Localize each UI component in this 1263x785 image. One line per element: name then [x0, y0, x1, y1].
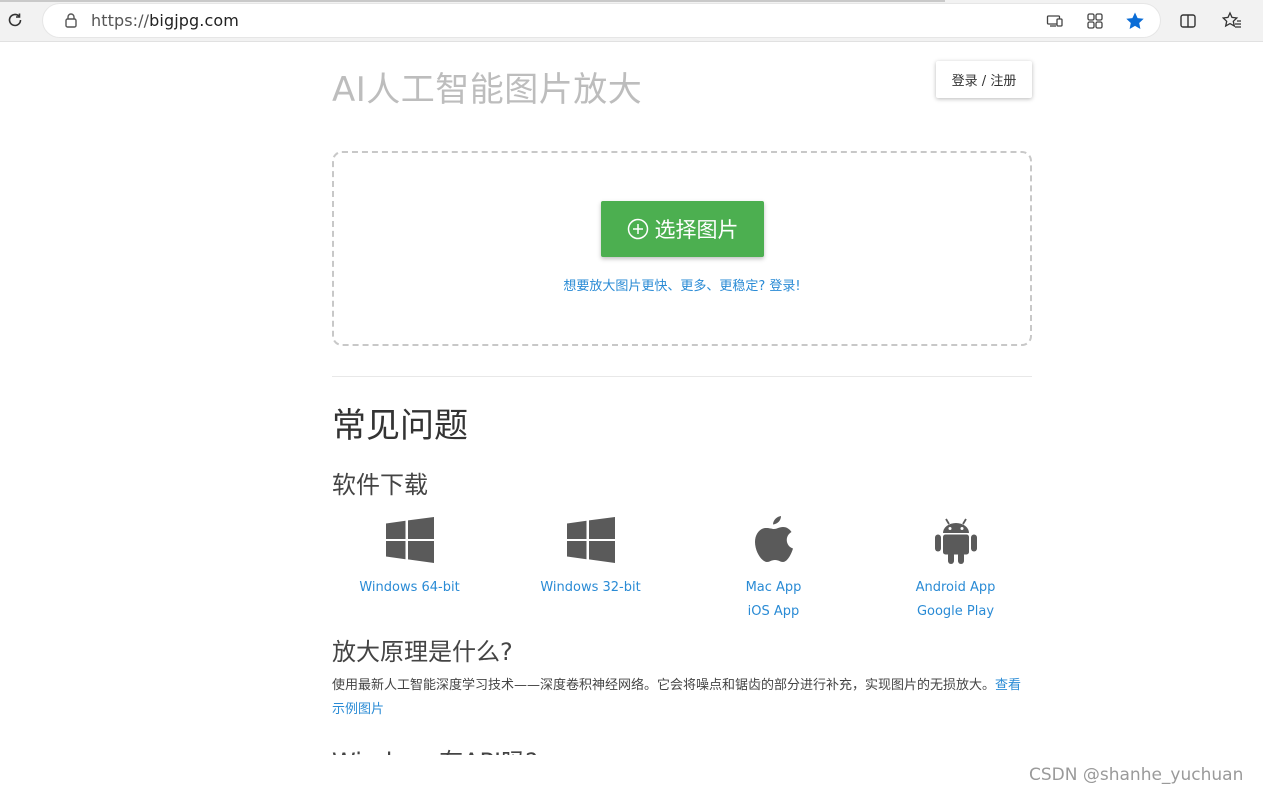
apple-icon[interactable] [686, 514, 861, 566]
login-register-button[interactable]: 登录 / 注册 [936, 61, 1032, 98]
apps-icon[interactable] [1085, 11, 1105, 31]
download-link-google-play[interactable]: Google Play [868, 600, 1043, 624]
split-screen-button[interactable] [1177, 10, 1199, 32]
url-scheme: https:// [91, 11, 150, 30]
principle-text: 使用最新人工智能深度学习技术——深度卷积神经网络。它会将噪点和锯齿的部分进行补充… [332, 674, 1032, 722]
reload-icon [8, 13, 22, 27]
download-link-ios-app[interactable]: iOS App [686, 600, 861, 624]
download-link-windows-32[interactable]: Windows 32-bit [503, 576, 678, 600]
loading-progress-bar [0, 0, 945, 2]
windows-icon[interactable] [503, 514, 678, 566]
download-link-mac-app[interactable]: Mac App [686, 576, 861, 600]
download-apple: Mac App iOS App [686, 514, 861, 624]
page-content: AI人工智能图片放大 登录 / 注册 选择图片 想要放大图片更快、更多、更稳定?… [0, 42, 1263, 785]
star-icon[interactable] [1125, 11, 1145, 31]
download-android: Android App Google Play [868, 514, 1043, 624]
csdn-watermark: CSDN @shanhe_yuchuan [1029, 765, 1244, 785]
principle-body: 使用最新人工智能深度学习技术——深度卷积神经网络。它会将噪点和锯齿的部分进行补充… [332, 678, 996, 693]
upload-dropzone[interactable]: 选择图片 想要放大图片更快、更多、更稳定? 登录! [332, 151, 1032, 346]
cast-icon[interactable] [1045, 11, 1065, 31]
download-link-android-app[interactable]: Android App [868, 576, 1043, 600]
windows-icon[interactable] [322, 514, 497, 566]
add-circle-icon [627, 218, 648, 240]
favorites-icon [1222, 11, 1241, 28]
select-image-label: 选择图片 [654, 218, 739, 242]
favorites-button[interactable] [1221, 10, 1243, 32]
download-windows-64: Windows 64-bit [322, 514, 497, 600]
download-link-windows-64[interactable]: Windows 64-bit [322, 576, 497, 600]
android-icon[interactable] [868, 514, 1043, 566]
url-text[interactable]: https://bigjpg.com [91, 11, 239, 30]
login-hint-link[interactable]: 想要放大图片更快、更多、更稳定? 登录! [334, 275, 1030, 294]
divider [332, 376, 1032, 377]
address-bar[interactable]: https://bigjpg.com [43, 4, 1160, 37]
principle-heading: 放大原理是什么? [332, 638, 513, 666]
lock-icon[interactable] [63, 12, 79, 28]
url-host: bigjpg.com [149, 11, 239, 30]
split-screen-icon [1180, 14, 1196, 28]
site-title[interactable]: AI人工智能图片放大 [332, 62, 642, 111]
faq-heading: 常见问题 [332, 406, 468, 446]
download-windows-32: Windows 32-bit [503, 514, 678, 600]
select-image-button[interactable]: 选择图片 [601, 201, 764, 257]
reload-button[interactable] [4, 9, 26, 31]
download-heading: 软件下载 [332, 471, 428, 499]
windows-api-heading: Windows有API吗? [332, 742, 538, 755]
browser-toolbar: https://bigjpg.com [0, 0, 1263, 42]
